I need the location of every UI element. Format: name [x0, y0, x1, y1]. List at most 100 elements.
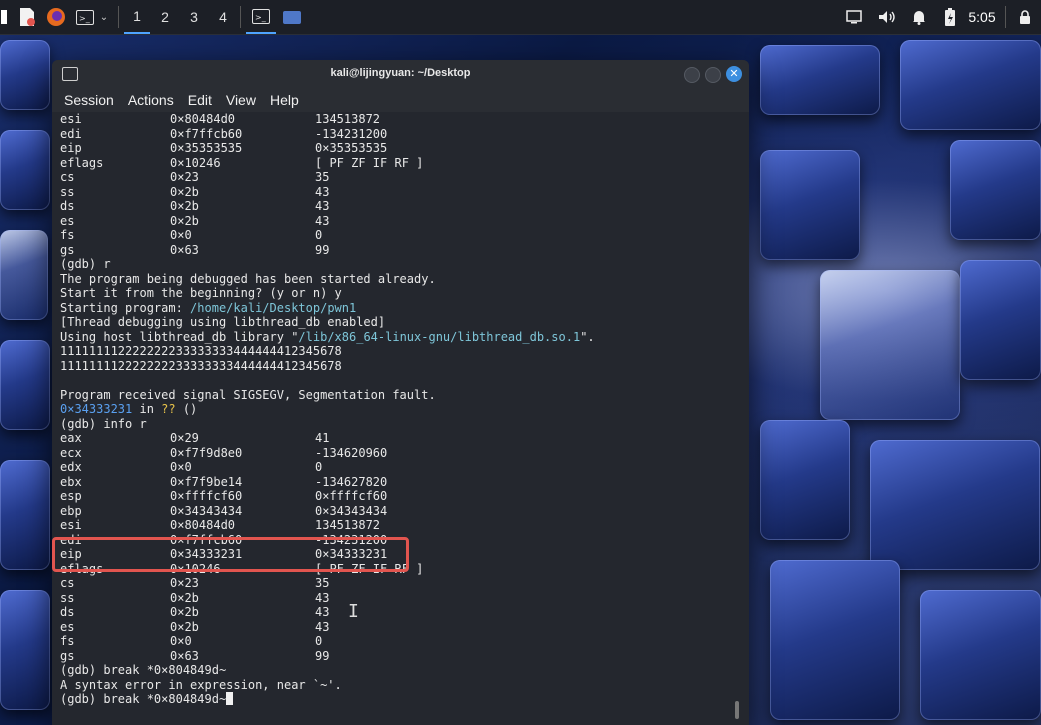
register-value: 99: [315, 242, 330, 257]
register-name: ds: [60, 605, 75, 619]
chevron-down-icon[interactable]: ⌄: [97, 0, 111, 34]
line-text: (gdb) info r: [60, 416, 147, 431]
register-value: 43: [315, 605, 330, 619]
terminal-line: edi 0×f7ffcb60 -134231200: [60, 127, 595, 142]
path-text: /home/kali/Desktop/pwn1: [190, 300, 357, 315]
wallpaper-cube: [820, 270, 960, 420]
terminal-line: fs 0×0 0: [60, 228, 595, 243]
terminal-line: (gdb) r: [60, 257, 595, 272]
register-value: 43: [315, 184, 330, 199]
firefox-icon[interactable]: [43, 0, 69, 34]
path-text: /lib/x86_64-linux-gnu/libthread_db.so.1: [298, 329, 581, 344]
register-name: edx: [60, 460, 82, 474]
line-text: (gdb) r: [60, 257, 111, 271]
register-hex: 0×80484d0: [170, 518, 236, 532]
notification-bell-icon[interactable]: [908, 0, 930, 34]
terminal-line: Program received signal SIGSEGV, Segment…: [60, 388, 595, 403]
workspace-3[interactable]: 3: [181, 0, 207, 34]
line-text: Using host libthread_db library ": [60, 329, 299, 344]
menu-actions[interactable]: Actions: [121, 92, 181, 108]
register-value: -134231200: [315, 126, 388, 141]
terminal-line: (gdb) break *0×804849d~: [60, 663, 595, 678]
taskbar-window-icon[interactable]: [280, 0, 304, 34]
menu-session[interactable]: Session: [52, 92, 121, 108]
wallpaper-cube: [900, 40, 1041, 130]
register-name: eflags: [60, 561, 104, 576]
terminal-line: eip 0×34333231 0×34333231: [60, 547, 595, 562]
terminal-line: Starting program: /home/kali/Desktop/pwn…: [60, 301, 595, 316]
register-name: gs: [60, 648, 75, 663]
menu-bar: Session Actions Edit View Help: [52, 88, 749, 112]
terminal-line: ebp 0×34343434 0×34343434: [60, 504, 595, 519]
register-name: ss: [60, 184, 75, 199]
terminal-line: Using host libthread_db library "/lib/x8…: [60, 330, 595, 345]
register-hex: 0×35353535: [170, 141, 243, 155]
register-name: ebx: [60, 474, 82, 489]
register-value: 0: [315, 634, 323, 648]
wallpaper-cube: [920, 590, 1041, 720]
terminal-launcher-icon[interactable]: >_: [73, 0, 97, 34]
register-value: 0×35353535: [315, 141, 388, 155]
terminal-window: kali@lijingyuan: ~/Desktop ✕ Session Act…: [52, 60, 749, 725]
line-text: (): [175, 402, 198, 416]
menu-help[interactable]: Help: [263, 92, 306, 108]
maximize-button[interactable]: [705, 67, 721, 83]
clock[interactable]: 5:05: [965, 0, 999, 34]
taskbar-terminal-icon[interactable]: >_: [246, 0, 276, 34]
workspace-1[interactable]: 1: [124, 0, 150, 34]
register-hex: 0×0: [170, 228, 192, 242]
wallpaper-cube: [960, 260, 1041, 380]
line-text: A syntax error in expression, near `~'.: [60, 677, 342, 692]
fault-address: 0×34333231: [60, 402, 133, 416]
terminal-line: (gdb) info r: [60, 417, 595, 432]
top-panel: >_ ⌄ 1 2 3 4 >_ 5:05: [0, 0, 1041, 35]
terminal-lines: esi 0×80484d0 134513872 edi 0×f7ffcb60 -13423…: [60, 112, 595, 707]
wallpaper-cube: [0, 40, 50, 110]
minimize-button[interactable]: [684, 67, 700, 83]
register-hex: 0×10246: [170, 561, 221, 576]
workspace-4[interactable]: 4: [210, 0, 236, 34]
register-hex: 0×f7f9be14: [170, 474, 243, 489]
register-value: [ PF ZF IF RF ]: [315, 561, 424, 576]
volume-icon[interactable]: [876, 0, 898, 34]
line-text: (gdb) break *0×804849d~: [60, 692, 227, 706]
terminal-line: eax 0×29 41: [60, 431, 595, 446]
terminal-line: ss 0×2b 43: [60, 591, 595, 606]
scrollbar[interactable]: [735, 701, 739, 719]
terminal-line: gs 0×63 99: [60, 649, 595, 664]
register-name: cs: [60, 170, 75, 184]
menu-view[interactable]: View: [219, 92, 263, 108]
battery-icon[interactable]: [939, 0, 961, 34]
window-titlebar[interactable]: kali@lijingyuan: ~/Desktop ✕: [52, 60, 749, 88]
line-text: Program received signal SIGSEGV, Segment…: [60, 387, 436, 402]
terminal-line: edi 0×f7ffcb60 -134231200: [60, 533, 595, 548]
document-icon[interactable]: [14, 0, 40, 34]
panel-separator: [118, 6, 119, 28]
terminal-line: ecx 0×f7f9d8e0 -134620960: [60, 446, 595, 461]
terminal-output[interactable]: esi 0×80484d0 134513872 edi 0×f7ffcb60 -13423…: [52, 112, 749, 725]
register-value: 0×34333231: [315, 547, 388, 561]
terminal-line: Start it from the beginning? (y or n) y: [60, 286, 595, 301]
register-name: eflags: [60, 155, 104, 170]
register-hex: 0×2b: [170, 605, 199, 619]
register-name: esi: [60, 518, 82, 532]
line-text: The program being debugged has been star…: [60, 271, 436, 286]
register-value: 0: [315, 228, 323, 242]
register-value: 43: [315, 213, 330, 228]
terminal-line: 111111112222222233333333444444412345678: [60, 359, 595, 374]
lock-icon[interactable]: [1014, 0, 1036, 34]
window-title: kali@lijingyuan: ~/Desktop: [330, 67, 471, 79]
terminal-line: (gdb) break *0×804849d~: [60, 692, 595, 707]
register-value: -134620960: [315, 445, 388, 460]
close-button[interactable]: ✕: [726, 66, 742, 82]
register-hex: 0×80484d0: [170, 112, 236, 126]
display-icon[interactable]: [843, 0, 865, 34]
text-cursor-icon: I: [348, 601, 359, 622]
terminal-line: ds 0×2b 43: [60, 199, 595, 214]
menu-edit[interactable]: Edit: [181, 92, 219, 108]
register-name: esi: [60, 112, 82, 126]
workspace-2[interactable]: 2: [152, 0, 178, 34]
line-text: 111111112222222233333333444444412345678: [60, 358, 342, 373]
register-hex: 0×10246: [170, 155, 221, 170]
app-menu-icon[interactable]: [0, 0, 8, 34]
